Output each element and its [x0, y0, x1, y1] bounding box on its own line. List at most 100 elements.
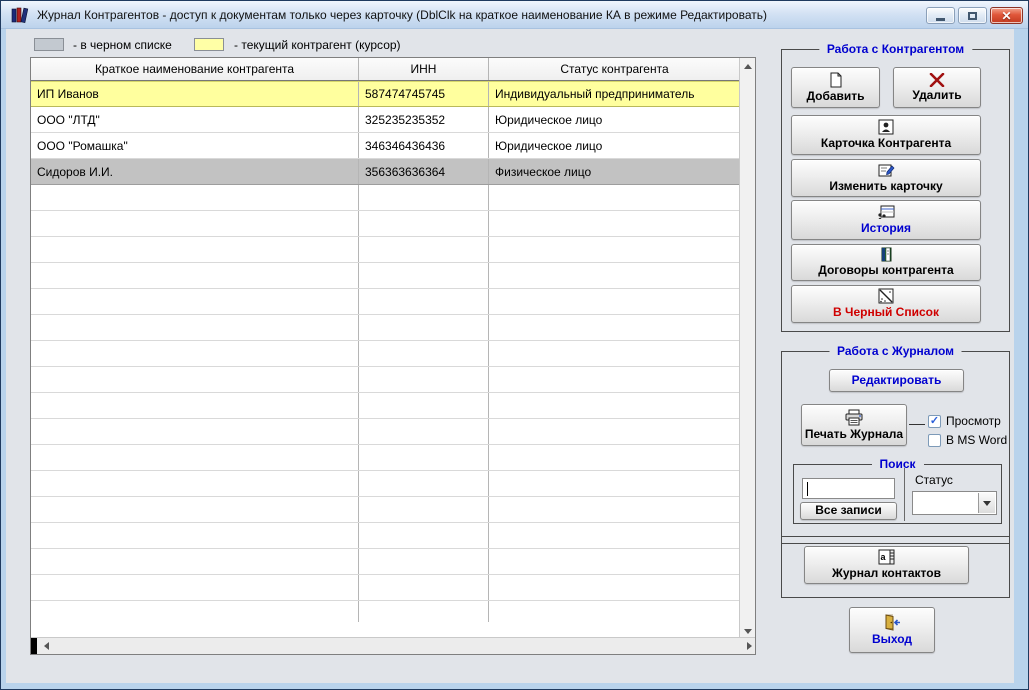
- empty-cell: [489, 289, 741, 314]
- empty-cell: [359, 367, 489, 392]
- contractor-card-button[interactable]: Карточка Контрагента: [791, 115, 981, 155]
- table-empty-row[interactable]: [31, 471, 741, 497]
- empty-cell: [359, 471, 489, 496]
- empty-cell: [489, 315, 741, 340]
- table-empty-row[interactable]: [31, 523, 741, 549]
- table-row[interactable]: Сидоров И.И. 356363636364 Физическое лиц…: [31, 159, 741, 185]
- table-empty-row[interactable]: [31, 315, 741, 341]
- table-empty-row[interactable]: [31, 419, 741, 445]
- add-button[interactable]: Добавить: [791, 67, 880, 108]
- blacklist-legend-swatch: [34, 38, 64, 51]
- contractor-card-button-label: Карточка Контрагента: [821, 137, 951, 150]
- scroll-left-icon: [44, 642, 49, 650]
- msword-checkbox-label: В MS Word: [946, 433, 1007, 447]
- empty-cell: [31, 549, 359, 574]
- minimize-button[interactable]: [926, 7, 955, 24]
- column-header-status: Статус контрагента: [489, 58, 741, 80]
- table-row[interactable]: ООО "Ромашка" 346346436436 Юридическое л…: [31, 133, 741, 159]
- search-input[interactable]: [802, 478, 895, 499]
- delete-button[interactable]: Удалить: [893, 67, 981, 108]
- table-row[interactable]: ИП Иванов 587474745745 Индивидуальный пр…: [31, 81, 741, 107]
- empty-cell: [31, 185, 359, 210]
- contracts-button-label: Договоры контрагента: [818, 264, 953, 277]
- preview-checkbox[interactable]: ✓: [928, 415, 941, 428]
- contracts-button[interactable]: Договоры контрагента: [791, 244, 981, 281]
- edit-journal-button[interactable]: Редактировать: [829, 369, 964, 392]
- table-empty-row[interactable]: [31, 367, 741, 393]
- cell-inn: 325235235352: [359, 107, 489, 132]
- horizontal-scrollbar[interactable]: [31, 637, 756, 654]
- empty-cell: [359, 549, 489, 574]
- empty-cell: [31, 341, 359, 366]
- history-button[interactable]: История: [791, 200, 981, 240]
- title-bar[interactable]: Журнал Контрагентов - доступ к документа…: [1, 1, 1028, 29]
- empty-cell: [359, 341, 489, 366]
- exit-button-label: Выход: [872, 633, 912, 646]
- table-row[interactable]: ООО "ЛТД" 325235235352 Юридическое лицо: [31, 107, 741, 133]
- cell-status: Юридическое лицо: [489, 133, 741, 158]
- exit-button[interactable]: Выход: [849, 607, 935, 653]
- print-journal-button[interactable]: Печать Журнала: [801, 404, 907, 446]
- empty-cell: [31, 315, 359, 340]
- msword-checkbox-row[interactable]: В MS Word: [928, 433, 1007, 447]
- close-icon: ✕: [1001, 10, 1011, 22]
- search-divider: [904, 468, 905, 521]
- empty-cell: [359, 419, 489, 444]
- empty-cell: [359, 237, 489, 262]
- combo-dropdown-button[interactable]: [978, 493, 995, 513]
- window-title: Журнал Контрагентов - доступ к документа…: [37, 8, 767, 22]
- close-button[interactable]: ✕: [990, 7, 1023, 24]
- table-empty-row[interactable]: [31, 289, 741, 315]
- app-books-icon: [10, 5, 30, 25]
- empty-cell: [31, 445, 359, 470]
- table-empty-row[interactable]: [31, 263, 741, 289]
- vertical-scrollbar[interactable]: [739, 58, 755, 639]
- column-header-inn: ИНН: [359, 58, 489, 80]
- edit-journal-button-label: Редактировать: [852, 374, 942, 387]
- table-empty-row[interactable]: [31, 549, 741, 575]
- empty-cell: [489, 497, 741, 522]
- journal-group: Работа с Журналом Редактировать Печать Ж…: [781, 351, 1010, 544]
- all-records-button[interactable]: Все записи: [800, 502, 897, 520]
- new-document-icon: [828, 72, 844, 88]
- msword-checkbox[interactable]: [928, 434, 941, 447]
- table-empty-row[interactable]: [31, 497, 741, 523]
- table-empty-row[interactable]: [31, 445, 741, 471]
- card-pencil-icon: [878, 163, 895, 178]
- maximize-icon: [968, 12, 977, 20]
- cell-name: ИП Иванов: [31, 82, 359, 106]
- scroll-right-icon: [747, 642, 752, 650]
- grid-body: ИП Иванов 587474745745 Индивидуальный пр…: [31, 81, 741, 622]
- table-empty-row[interactable]: [31, 341, 741, 367]
- status-label: Статус: [915, 473, 953, 487]
- table-empty-row[interactable]: [31, 185, 741, 211]
- table-empty-row[interactable]: [31, 575, 741, 601]
- empty-cell: [359, 315, 489, 340]
- scroll-up-icon: [744, 64, 752, 69]
- delete-button-label: Удалить: [912, 89, 961, 102]
- empty-cell: [31, 393, 359, 418]
- contractor-group-title: Работа с Контрагентом: [819, 42, 972, 56]
- empty-cell: [489, 367, 741, 392]
- connector-line: [909, 424, 925, 425]
- empty-cell: [489, 549, 741, 574]
- book-icon: [879, 247, 894, 262]
- cell-inn: 356363636364: [359, 159, 489, 184]
- contacts-journal-button[interactable]: a Журнал контактов: [804, 546, 969, 584]
- empty-cell: [31, 419, 359, 444]
- empty-cell: [359, 601, 489, 622]
- edit-card-button[interactable]: Изменить карточку: [791, 159, 981, 197]
- to-blacklist-button-label: В Черный Список: [833, 306, 939, 319]
- scrollbar-thumb[interactable]: [31, 638, 37, 654]
- preview-checkbox-row[interactable]: ✓ Просмотр: [928, 414, 1001, 428]
- table-empty-row[interactable]: [31, 601, 741, 622]
- cell-name: ООО "ЛТД": [31, 107, 359, 132]
- table-empty-row[interactable]: [31, 211, 741, 237]
- empty-cell: [31, 575, 359, 600]
- empty-cell: [359, 575, 489, 600]
- to-blacklist-button[interactable]: В Черный Список: [791, 285, 981, 323]
- status-combobox[interactable]: [912, 491, 997, 515]
- table-empty-row[interactable]: [31, 393, 741, 419]
- maximize-button[interactable]: [958, 7, 987, 24]
- table-empty-row[interactable]: [31, 237, 741, 263]
